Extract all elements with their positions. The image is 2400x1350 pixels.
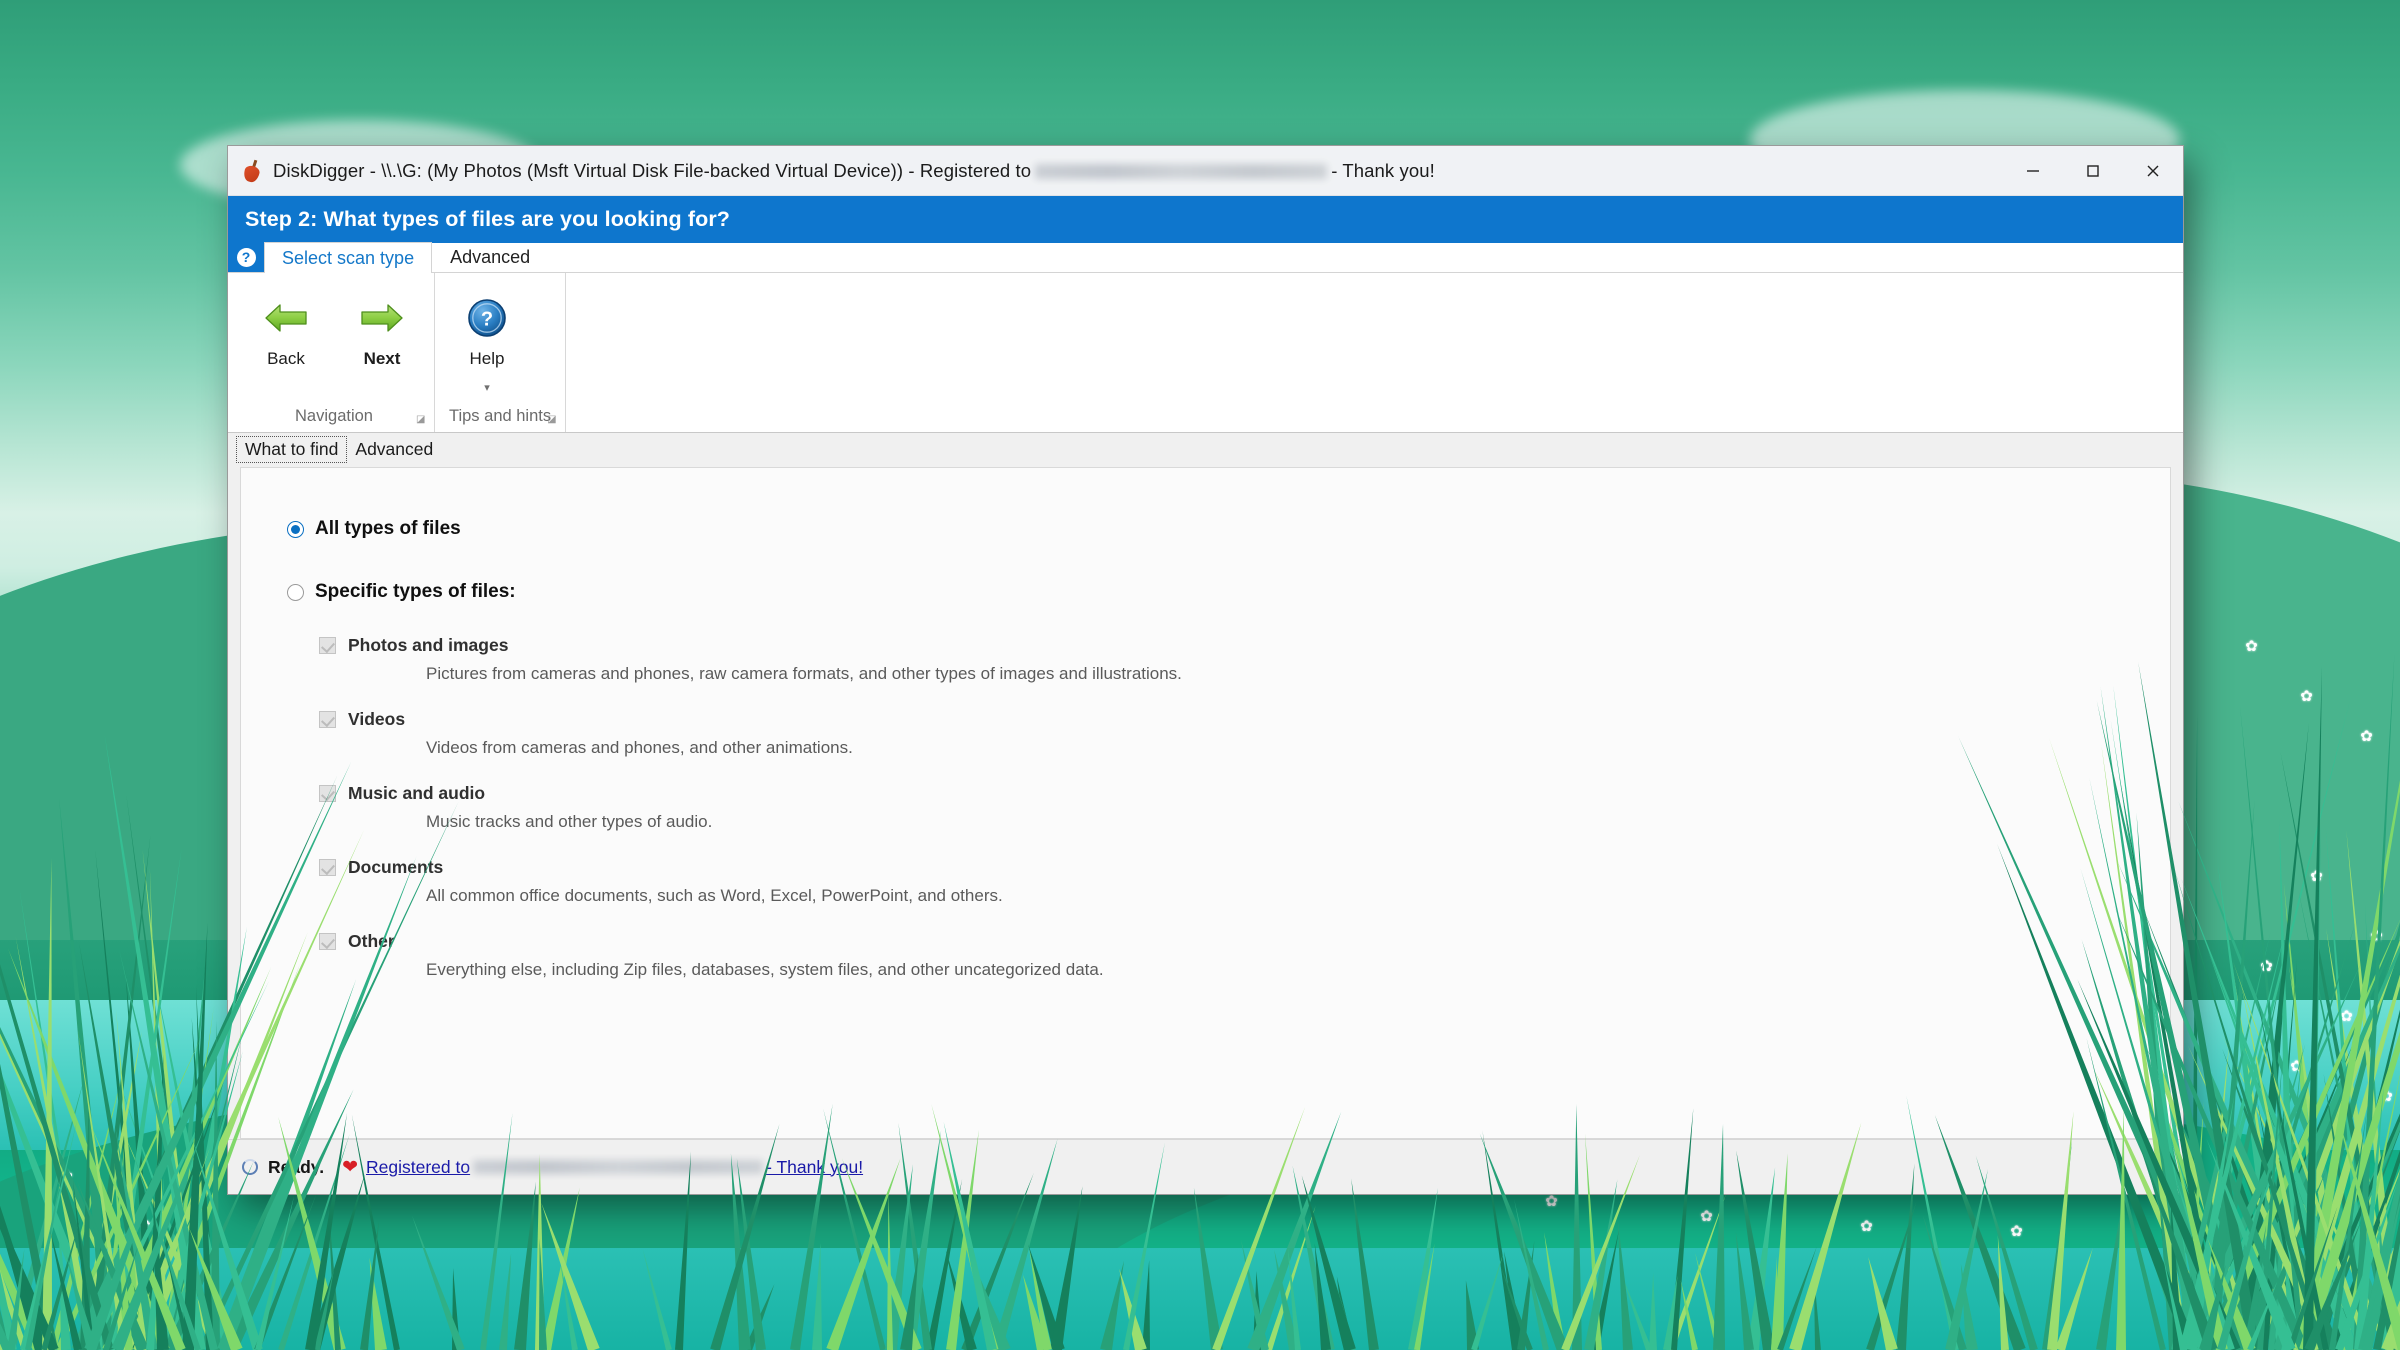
checkbox-videos[interactable] bbox=[319, 711, 336, 728]
file-type-item-other: Other Everything else, including Zip fil… bbox=[319, 931, 2170, 980]
back-button-label: Back bbox=[267, 349, 305, 368]
checkbox-row[interactable]: Other bbox=[319, 931, 2170, 952]
redacted-license-name bbox=[1035, 164, 1328, 180]
checkbox-label: Videos bbox=[348, 709, 406, 729]
checkbox-row[interactable]: Photos and images bbox=[319, 635, 2170, 656]
window-title-prefix: DiskDigger - \\.\G: (My Photos (Msft Vir… bbox=[273, 159, 1032, 181]
radio-all-types-label: All types of files bbox=[315, 518, 461, 539]
radio-specific-types-row[interactable]: Specific types of files: bbox=[287, 581, 2170, 603]
window-controls bbox=[2003, 146, 2183, 196]
tab-select-scan-type[interactable]: Select scan type bbox=[264, 242, 433, 273]
radio-specific-types-label: Specific types of files: bbox=[315, 581, 516, 602]
diskdigger-window: DiskDigger - \\.\G: (My Photos (Msft Vir… bbox=[228, 146, 2183, 1194]
checkbox-description: Everything else, including Zip files, da… bbox=[426, 960, 1104, 979]
ribbon-tab-strip: ? Select scan type Advanced bbox=[228, 242, 2183, 273]
subtab-what-to-find[interactable]: What to find bbox=[236, 436, 348, 463]
ribbon-group-tips-label-wrap: Tips and hints ◪ bbox=[439, 404, 561, 432]
help-circle-icon: ? bbox=[467, 295, 507, 341]
dialog-launcher-icon[interactable]: ◪ bbox=[416, 414, 428, 426]
step-header: Step 2: What types of files are you look… bbox=[228, 196, 2183, 243]
subtab-label: What to find bbox=[245, 439, 339, 459]
flower-icon: ✿ bbox=[2010, 1223, 2023, 1240]
checkbox-description: Music tracks and other types of audio. bbox=[426, 812, 713, 831]
tab-advanced[interactable]: Advanced bbox=[432, 242, 548, 272]
ribbon-group-tips-and-hints: ? Help ▾ Tips and hints ◪ bbox=[435, 273, 567, 432]
chevron-down-icon[interactable]: ▾ bbox=[484, 383, 490, 394]
checkbox-description: Pictures from cameras and phones, raw ca… bbox=[426, 664, 1182, 683]
file-type-item-videos: Videos Videos from cameras and phones, a… bbox=[319, 709, 2170, 758]
quick-access-help-button[interactable]: ? bbox=[228, 242, 264, 272]
file-type-item-documents: Documents All common office documents, s… bbox=[319, 857, 2170, 906]
shovel-icon bbox=[242, 159, 264, 184]
tab-label: Advanced bbox=[450, 247, 531, 267]
window-title-suffix: - Thank you! bbox=[1331, 159, 1435, 181]
arrow-right-icon bbox=[360, 295, 404, 341]
status-bar: Ready. ❤ Registered to - Thank you! bbox=[228, 1139, 2183, 1194]
scan-options-panel: All types of files Specific types of fil… bbox=[240, 467, 2171, 1139]
back-button[interactable]: Back bbox=[238, 291, 334, 369]
question-mark-icon: ? bbox=[236, 247, 256, 267]
subtab-row: What to find Advanced bbox=[228, 433, 2183, 466]
radio-all-types-row[interactable]: All types of files bbox=[287, 518, 2170, 540]
registration-link-prefix: Registered to bbox=[366, 1156, 471, 1177]
tab-label: Select scan type bbox=[282, 247, 415, 268]
file-type-item-photos: Photos and images Pictures from cameras … bbox=[319, 635, 2170, 684]
ribbon-group-navigation-label-wrap: Navigation ◪ bbox=[238, 404, 430, 432]
flower-icon: ✿ bbox=[2360, 728, 2373, 745]
flower-icon: ✿ bbox=[2245, 638, 2258, 655]
svg-text:?: ? bbox=[481, 309, 493, 331]
checkbox-label: Photos and images bbox=[348, 635, 509, 655]
flower-icon: ✿ bbox=[1545, 1193, 1558, 1210]
dialog-launcher-icon[interactable]: ◪ bbox=[547, 414, 559, 426]
checkbox-row[interactable]: Videos bbox=[319, 709, 2170, 730]
checkbox-photos-and-images[interactable] bbox=[319, 637, 336, 654]
file-type-item-music: Music and audio Music tracks and other t… bbox=[319, 783, 2170, 832]
checkbox-description: All common office documents, such as Wor… bbox=[426, 886, 1003, 905]
checkbox-other[interactable] bbox=[319, 933, 336, 950]
ribbon-group-label: Tips and hints bbox=[449, 406, 552, 425]
grass-blade bbox=[1649, 1272, 1658, 1350]
flower-icon: ✿ bbox=[2300, 688, 2313, 705]
flower-icon: ✿ bbox=[1860, 1218, 1873, 1235]
radio-specific-types-of-files[interactable] bbox=[287, 583, 304, 601]
ribbon-group-navigation: Back Next Navigation ◪ bbox=[234, 273, 435, 432]
redacted-license-name bbox=[473, 1160, 764, 1174]
checkbox-row[interactable]: Documents bbox=[319, 857, 2170, 878]
file-type-checkbox-list: Photos and images Pictures from cameras … bbox=[241, 635, 2170, 980]
next-button-label: Next bbox=[363, 349, 401, 368]
maximize-icon[interactable] bbox=[2063, 146, 2123, 196]
ribbon-group-label: Navigation bbox=[295, 406, 373, 425]
checkbox-description: Videos from cameras and phones, and othe… bbox=[426, 738, 853, 757]
minimize-icon[interactable] bbox=[2003, 146, 2063, 196]
checkbox-label: Music and audio bbox=[348, 783, 486, 803]
checkbox-documents[interactable] bbox=[319, 859, 336, 876]
window-titlebar[interactable]: DiskDigger - \\.\G: (My Photos (Msft Vir… bbox=[228, 146, 2183, 196]
subtab-label: Advanced bbox=[355, 439, 434, 459]
window-title: DiskDigger - \\.\G: (My Photos (Msft Vir… bbox=[273, 160, 1435, 182]
checkbox-row[interactable]: Music and audio bbox=[319, 783, 2170, 804]
radio-all-types-of-files[interactable] bbox=[287, 520, 304, 538]
flower-icon: ✿ bbox=[1700, 1208, 1713, 1225]
close-icon[interactable] bbox=[2123, 146, 2183, 196]
help-button[interactable]: ? Help ▾ bbox=[439, 291, 535, 394]
arrow-left-icon bbox=[264, 295, 308, 341]
registration-link[interactable]: Registered to - Thank you! bbox=[366, 1157, 863, 1178]
ribbon-body: Back Next Navigation ◪ ? Help ▾ Tips and… bbox=[228, 273, 2183, 433]
step-header-text: Step 2: What types of files are you look… bbox=[245, 207, 731, 231]
next-button[interactable]: Next bbox=[334, 291, 430, 369]
subtab-advanced[interactable]: Advanced bbox=[347, 436, 441, 463]
help-button-label: Help bbox=[469, 349, 505, 368]
